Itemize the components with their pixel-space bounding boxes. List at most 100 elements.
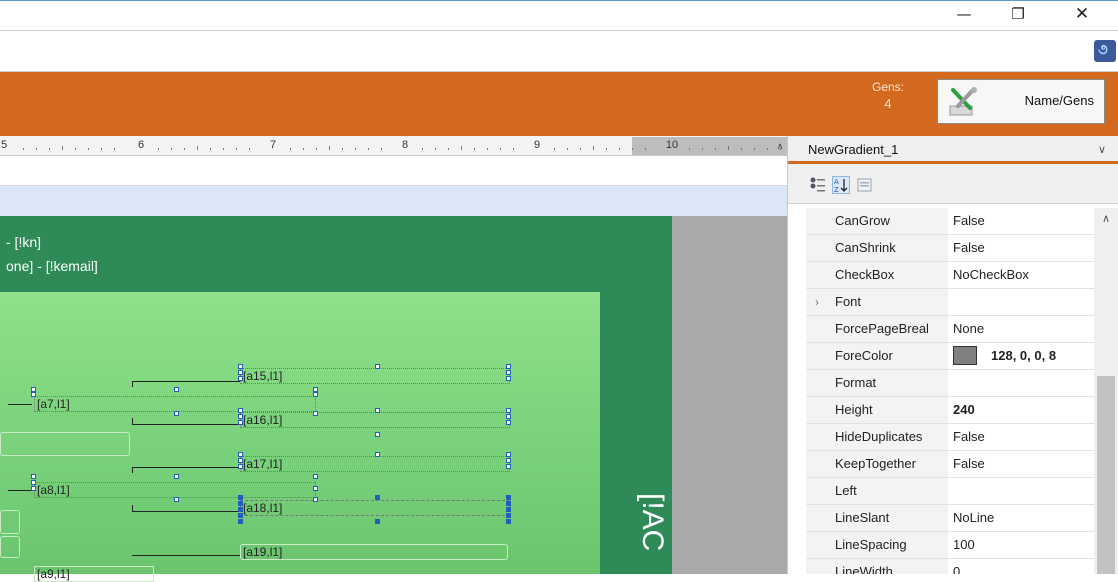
resize-handle[interactable] xyxy=(238,408,243,413)
property-value[interactable] xyxy=(949,478,1094,505)
property-value[interactable] xyxy=(949,289,1094,316)
property-row[interactable]: KeepTogether False xyxy=(806,451,1094,478)
resize-handle[interactable] xyxy=(238,501,243,506)
resize-handle[interactable] xyxy=(238,464,243,469)
property-row[interactable]: CanGrow False xyxy=(806,208,1094,235)
property-value[interactable]: 240 xyxy=(949,397,1094,424)
minimize-button[interactable]: — xyxy=(941,2,987,28)
resize-handle[interactable] xyxy=(506,464,511,469)
resize-handle[interactable] xyxy=(506,513,511,518)
chevron-down-icon[interactable]: ∨ xyxy=(1098,143,1106,156)
report-section-header[interactable] xyxy=(0,156,787,186)
resize-handle[interactable] xyxy=(238,414,243,419)
property-value[interactable]: NoCheckBox xyxy=(949,262,1094,289)
report-outline-box[interactable] xyxy=(0,432,130,456)
property-value[interactable]: NoLine xyxy=(949,505,1094,532)
report-field[interactable]: [a19,l1] xyxy=(240,544,508,560)
resize-handle[interactable] xyxy=(506,452,511,457)
report-field[interactable]: [a16,l1] xyxy=(240,412,510,428)
resize-handle[interactable] xyxy=(506,364,511,369)
resize-handle[interactable] xyxy=(375,519,380,524)
resize-handle[interactable] xyxy=(313,474,318,479)
chevron-right-icon[interactable]: › xyxy=(815,289,819,315)
scroll-up-icon[interactable]: ∧ xyxy=(1094,212,1118,228)
maximize-button[interactable]: ❐ xyxy=(995,2,1041,28)
resize-handle[interactable] xyxy=(238,370,243,375)
resize-handle[interactable] xyxy=(375,495,380,500)
resize-handle[interactable] xyxy=(31,392,36,397)
property-row[interactable]: LineSpacing 100 xyxy=(806,532,1094,559)
property-value[interactable]: False xyxy=(949,424,1094,451)
report-field[interactable]: [a15,l1] xyxy=(240,368,510,384)
resize-handle[interactable] xyxy=(506,458,511,463)
resize-handle[interactable] xyxy=(506,376,511,381)
property-row[interactable]: ForeColor 128, 0, 0, 8 xyxy=(806,343,1094,370)
resize-handle[interactable] xyxy=(506,370,511,375)
resize-handle[interactable] xyxy=(238,495,243,500)
report-field[interactable]: [a7,l1] xyxy=(34,396,316,412)
property-value[interactable]: None xyxy=(949,316,1094,343)
app-icon[interactable]: ૭ xyxy=(1094,40,1116,62)
report-field-selected[interactable]: [a18,l1] xyxy=(240,500,510,516)
resize-handle[interactable] xyxy=(174,411,179,416)
report-field[interactable]: [a17,l1] xyxy=(240,456,510,472)
property-row[interactable]: Left xyxy=(806,478,1094,505)
scroll-up-icon[interactable]: ∧ xyxy=(773,137,787,155)
resize-handle[interactable] xyxy=(174,474,179,479)
resize-handle[interactable] xyxy=(375,408,380,413)
resize-handle[interactable] xyxy=(506,501,511,506)
resize-handle[interactable] xyxy=(506,420,511,425)
property-value[interactable]: 100 xyxy=(949,532,1094,559)
property-value[interactable]: 128, 0, 0, 8 xyxy=(949,343,1094,370)
property-value[interactable]: 0 xyxy=(949,559,1094,574)
resize-handle[interactable] xyxy=(375,452,380,457)
resize-handle[interactable] xyxy=(506,414,511,419)
header-field-kn[interactable]: - [!kn] xyxy=(6,234,41,250)
resize-handle[interactable] xyxy=(313,497,318,502)
resize-handle[interactable] xyxy=(313,486,318,491)
resize-handle[interactable] xyxy=(174,497,179,502)
property-row[interactable]: CanShrink False xyxy=(806,235,1094,262)
property-row[interactable]: LineWidth 0 xyxy=(806,559,1094,574)
resize-handle[interactable] xyxy=(238,376,243,381)
property-row[interactable]: LineSlant NoLine xyxy=(806,505,1094,532)
resize-handle[interactable] xyxy=(506,519,511,524)
resize-handle[interactable] xyxy=(31,486,36,491)
header-field-email[interactable]: one] - [!kemail] xyxy=(6,258,98,274)
resize-handle[interactable] xyxy=(238,519,243,524)
property-row[interactable]: HideDuplicates False xyxy=(806,424,1094,451)
resize-handle[interactable] xyxy=(313,411,318,416)
close-button[interactable]: ✕ xyxy=(1059,2,1105,28)
alphabetical-sort-icon[interactable]: AZ xyxy=(832,176,850,194)
resize-handle[interactable] xyxy=(238,420,243,425)
resize-handle[interactable] xyxy=(375,432,380,437)
scrollbar-thumb[interactable] xyxy=(1097,376,1115,574)
resize-handle[interactable] xyxy=(238,513,243,518)
resize-handle[interactable] xyxy=(313,392,318,397)
resize-handle[interactable] xyxy=(238,364,243,369)
property-row[interactable]: Font › xyxy=(806,289,1094,316)
resize-handle[interactable] xyxy=(31,474,36,479)
resize-handle[interactable] xyxy=(506,408,511,413)
resize-handle[interactable] xyxy=(238,458,243,463)
property-row[interactable]: CheckBox NoCheckBox xyxy=(806,262,1094,289)
side-field[interactable]: [!AC xyxy=(598,493,670,576)
report-header-band[interactable] xyxy=(0,216,600,292)
address-bar[interactable] xyxy=(0,30,1118,72)
property-value[interactable] xyxy=(949,370,1094,397)
resize-handle[interactable] xyxy=(238,507,243,512)
categorized-icon[interactable] xyxy=(809,176,827,194)
report-outline-box[interactable] xyxy=(0,510,20,534)
resize-handle[interactable] xyxy=(31,480,36,485)
resize-handle[interactable] xyxy=(174,387,179,392)
resize-handle[interactable] xyxy=(506,507,511,512)
report-field[interactable]: [a9,l1] xyxy=(34,566,154,582)
property-row[interactable]: ForcePageBreal None xyxy=(806,316,1094,343)
report-section-bar[interactable] xyxy=(0,186,787,216)
resize-handle[interactable] xyxy=(375,364,380,369)
report-field[interactable]: [a8,l1] xyxy=(34,482,316,498)
property-row[interactable]: Height 240 xyxy=(806,397,1094,424)
property-row[interactable]: Format xyxy=(806,370,1094,397)
property-pages-icon[interactable] xyxy=(856,176,874,194)
property-value[interactable]: False xyxy=(949,451,1094,478)
